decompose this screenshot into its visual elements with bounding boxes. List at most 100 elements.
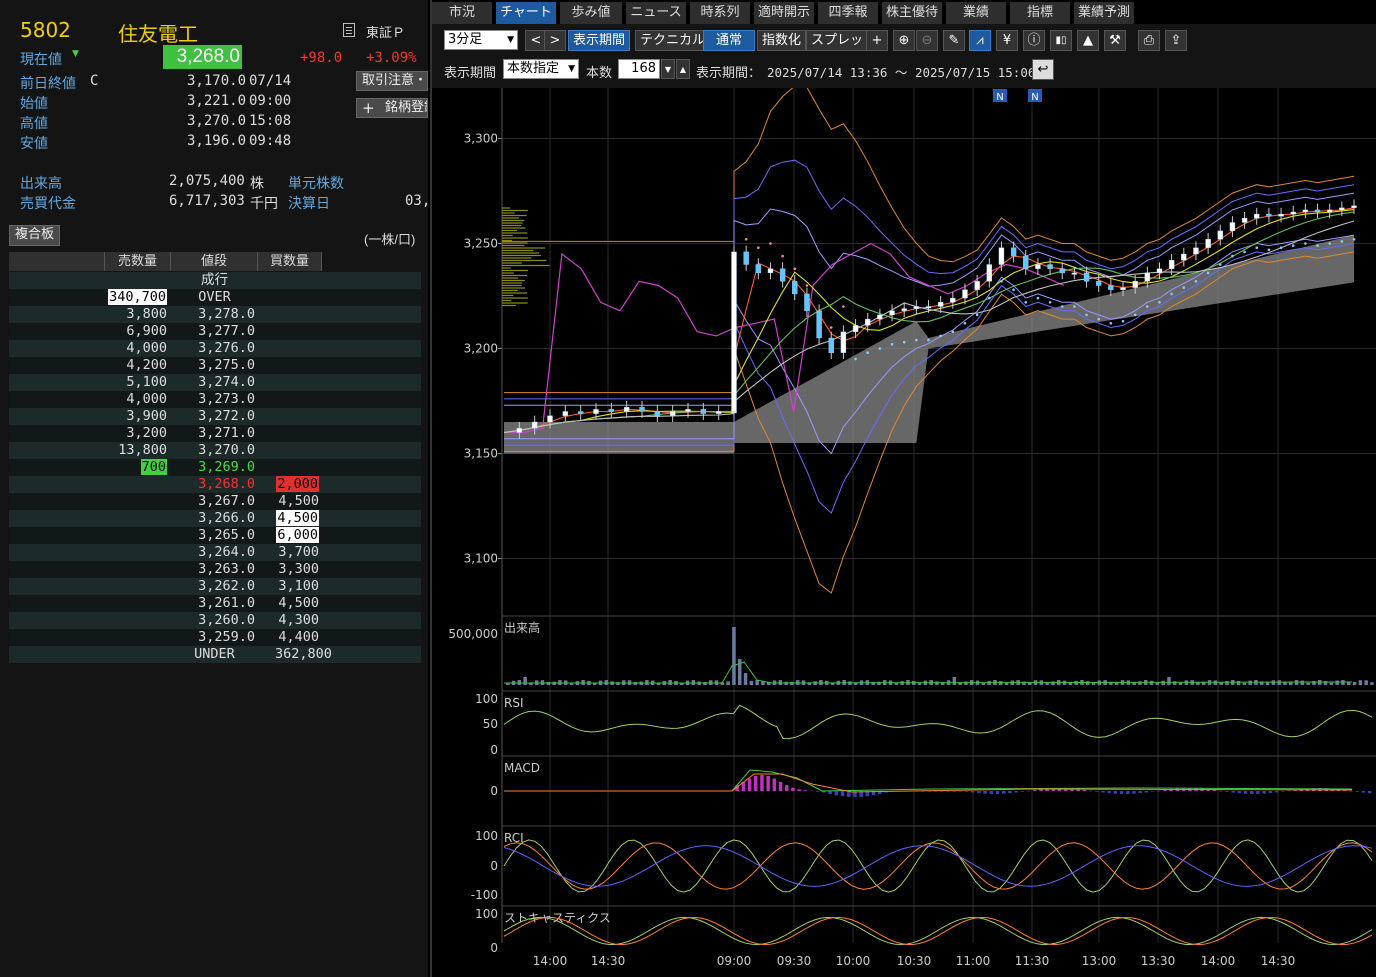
over-row[interactable]: 340,700 OVER: [9, 289, 421, 306]
candle-body: [986, 264, 992, 282]
sar-dot: [1012, 288, 1015, 291]
candle-body: [1010, 247, 1017, 257]
tab-9[interactable]: 指標: [1010, 2, 1072, 24]
ask-row[interactable]: 4,000 3,276.0: [9, 340, 421, 357]
sar-dot: [1121, 319, 1125, 323]
wrench-icon[interactable]: ⚒: [1104, 30, 1126, 51]
candle-body: [816, 310, 822, 339]
trade-caution-button[interactable]: 取引注意・: [356, 71, 428, 91]
document-icon[interactable]: [343, 23, 355, 37]
sar-dot: [1194, 280, 1198, 283]
tab-0[interactable]: 市況: [432, 2, 494, 24]
sar-dot: [1316, 244, 1319, 247]
turnover-unit: 千円: [250, 196, 278, 212]
volume-bar: [1341, 680, 1345, 685]
ask-row[interactable]: 3,200 3,271.0: [9, 425, 421, 442]
macd-bar: [1219, 790, 1223, 792]
volume-bar: [1306, 682, 1310, 685]
normal-button[interactable]: 通常: [703, 30, 755, 51]
technical-button[interactable]: テクニカル: [635, 30, 711, 51]
dropdown-icon: ▼: [568, 64, 575, 74]
tab-6[interactable]: 四季報: [818, 2, 880, 24]
display-period-button[interactable]: 表示期間: [568, 30, 631, 51]
candle-body: [731, 251, 737, 412]
buy-qty: 4,400: [278, 629, 319, 645]
sar-dot: [1024, 301, 1028, 304]
ask-row[interactable]: 4,000 3,273.0: [9, 391, 421, 408]
volume-bar: [633, 682, 638, 685]
candle-body: [743, 251, 749, 265]
pen-icon[interactable]: ✎: [943, 30, 965, 51]
line-tool-icon[interactable]: ⩘: [969, 30, 991, 51]
sar-dot: [939, 334, 942, 338]
volume-bar: [1236, 680, 1241, 685]
yen-icon[interactable]: ¥: [996, 30, 1018, 51]
chart-panel: 市況 チャート 歩み値 ニュース 時系列 適時開示 四季報 株主優待 業績 指標 業績予測 3分足 ▼…: [430, 0, 1376, 977]
export-icon[interactable]: ⇪: [1165, 30, 1187, 51]
bid-row[interactable]: 3,260.0 4,300: [9, 612, 421, 629]
moving-average-line: [503, 220, 1355, 434]
bid-row[interactable]: 3,265.0 6,000: [9, 527, 421, 544]
next-icon[interactable]: >: [544, 30, 566, 51]
board-price: UNDER: [194, 646, 235, 662]
tab-3[interactable]: ニュース: [626, 2, 688, 24]
bars-down-icon[interactable]: ▼: [661, 59, 675, 79]
volume-bar: [743, 673, 748, 685]
tab-10[interactable]: 業績予測: [1074, 2, 1136, 24]
crosshair-icon[interactable]: +: [866, 30, 888, 51]
zoom-out-icon[interactable]: ⊖: [916, 30, 938, 51]
bars-up-icon[interactable]: ▲: [676, 59, 690, 79]
per-share-label: (一株/口): [364, 232, 416, 247]
sar-dot: [1340, 240, 1344, 243]
candle-body: [654, 411, 661, 416]
print-icon[interactable]: ⎙: [1138, 30, 1160, 51]
composite-board-button[interactable]: 複合板: [9, 225, 61, 246]
bid-row[interactable]: 3,266.0 4,500: [9, 510, 421, 527]
info-icon[interactable]: ⓘ: [1023, 30, 1045, 51]
bid-row[interactable]: 3,262.0 3,100: [9, 578, 421, 595]
bars-input[interactable]: 168: [618, 59, 660, 79]
candlestick-icon[interactable]: ▮▯: [1050, 30, 1072, 51]
ask-row[interactable]: 13,800 3,270.0: [9, 442, 421, 459]
area-chart-icon[interactable]: ▲: [1077, 30, 1099, 51]
board-price: 3,276.0: [198, 340, 255, 356]
bid-row[interactable]: 3,264.0 3,700: [9, 544, 421, 561]
market-order-row[interactable]: 成行: [9, 272, 421, 289]
tab-8[interactable]: 業績: [946, 2, 1008, 24]
price-chart[interactable]: 14:00 14:30 09:00 09:30 10:00 10:30 11:00 11:30…: [432, 88, 1376, 977]
interval-select[interactable]: 3分足 ▼: [444, 30, 518, 50]
unit-shares-label: 単元株数: [288, 176, 344, 192]
register-button[interactable]: + 銘柄登録: [356, 98, 428, 118]
return-icon[interactable]: ↩: [1032, 59, 1054, 80]
ask-row[interactable]: 6,900 3,277.0: [9, 323, 421, 340]
under-row[interactable]: UNDER 362,800: [9, 646, 421, 663]
zoom-in-icon[interactable]: ⊕: [893, 30, 915, 51]
sar-dot: [1073, 305, 1076, 308]
tab-4[interactable]: 時系列: [690, 2, 752, 24]
bid-row[interactable]: 3,268.0 2,000: [9, 476, 421, 493]
ask-row[interactable]: 700 3,269.0: [9, 459, 421, 476]
bid-row[interactable]: 3,261.0 4,500: [9, 595, 421, 612]
ask-row[interactable]: 3,800 3,278.0: [9, 306, 421, 323]
tab-2[interactable]: 歩み値: [560, 2, 624, 24]
period-mode-select[interactable]: 本数指定 ▼: [503, 59, 579, 79]
macd-bar: [1231, 791, 1235, 793]
bid-row[interactable]: 3,259.0 4,400: [9, 629, 421, 646]
sar-dot: [1231, 254, 1234, 258]
tab-5[interactable]: 適時開示: [754, 2, 816, 24]
ask-row[interactable]: 5,100 3,274.0: [9, 374, 421, 391]
tab-7[interactable]: 株主優待: [882, 2, 944, 24]
tab-1[interactable]: チャート: [496, 2, 558, 24]
current-price: 3,268.0: [163, 45, 242, 69]
sar-dot: [1048, 301, 1052, 304]
bid-row[interactable]: 3,267.0 4,500: [9, 493, 421, 510]
ask-row[interactable]: 4,200 3,275.0: [9, 357, 421, 374]
sar-dot: [1267, 248, 1271, 252]
macd-bar: [1355, 791, 1359, 792]
index-button[interactable]: 指数化: [757, 30, 807, 51]
ask-row[interactable]: 3,900 3,272.0: [9, 408, 421, 425]
low-value: 3,196.0: [187, 133, 247, 149]
sar-dot: [927, 338, 930, 342]
macd-bar: [1026, 790, 1031, 792]
bid-row[interactable]: 3,263.0 3,300: [9, 561, 421, 578]
